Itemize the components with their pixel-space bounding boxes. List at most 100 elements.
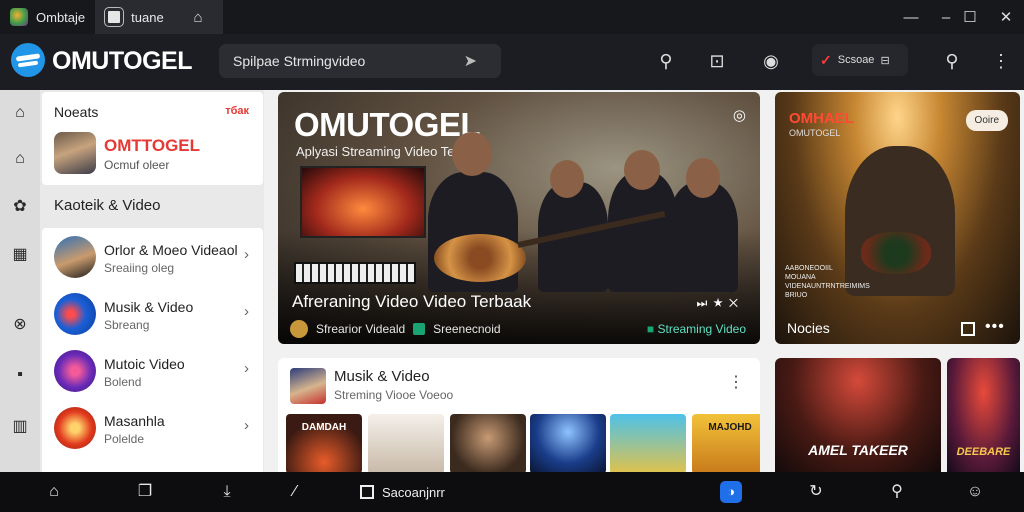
home-icon[interactable]: ⌂ — [11, 104, 29, 122]
book-icon[interactable]: ▥ — [11, 418, 29, 436]
search-input[interactable]: Spilpae Strmingvideo ➤ — [219, 44, 501, 78]
guitar-image — [434, 234, 526, 282]
list-thumb — [54, 407, 96, 449]
concert-pill[interactable]: Ooire — [965, 110, 1008, 131]
image-icon[interactable]: ▪ — [11, 366, 29, 384]
tools-icon[interactable]: ⊗ — [11, 316, 29, 334]
search-icon[interactable]: ⚲ — [886, 482, 908, 502]
list-item-sub: Sbreang — [104, 318, 150, 332]
refresh-icon[interactable]: ↻ — [805, 482, 827, 502]
checkbox-icon[interactable] — [961, 322, 975, 336]
poster-tile-title: AMEL TAKEER — [808, 442, 908, 458]
eye-icon[interactable]: ◎ — [733, 106, 746, 124]
list-item[interactable]: Masanhla Polelde › — [42, 399, 263, 456]
status-pill-label: Scsoae — [837, 54, 875, 66]
list-item[interactable]: Orlor & Moeo Videaol Sreaiing oleg › — [42, 228, 263, 285]
video-list: Orlor & Moeo Videaol Sreaiing oleg › Mus… — [42, 228, 263, 472]
chat-icon[interactable]: ◑ — [720, 481, 742, 503]
list-item[interactable]: Musik & Video Sbreang › — [42, 285, 263, 342]
close-icon[interactable]: ✕ — [990, 0, 1022, 34]
search-value: Spilpae Strmingvideo — [233, 53, 366, 69]
hero-author: Sfrearior Videald — [316, 322, 406, 336]
taskbar: ⌂ ❐ ⤓ ∕ Sacoanjnrr ◑ ↻ ⚲ ☺ — [0, 472, 1024, 512]
cast-icon[interactable]: ⊡ — [704, 48, 730, 74]
news-title: Noeats — [54, 104, 99, 120]
brand-logo-icon[interactable] — [11, 43, 45, 77]
concert-fine-print: AABONEOOIIL MOUANA VIDENAUNTRNTREIMIMS B… — [785, 265, 870, 299]
list-item-title: Mutoic Video — [104, 356, 185, 372]
windows-icon[interactable]: ❐ — [134, 482, 156, 502]
poster-thumb[interactable] — [450, 414, 526, 472]
app-icon — [10, 8, 28, 26]
poster-thumb[interactable] — [610, 414, 686, 472]
home-alt-icon[interactable]: ⌂ — [11, 150, 29, 168]
tab-label: Ombtaje — [36, 9, 86, 25]
concert-title: OMHAEL — [789, 110, 854, 127]
send-icon[interactable]: ➤ — [464, 51, 477, 71]
poster-thumb[interactable]: MAJOHD — [692, 414, 760, 472]
list-item-title: Orlor & Moeo Videaol — [104, 242, 238, 258]
brand-name[interactable]: OMUTOGEL — [52, 47, 192, 76]
pen-icon[interactable]: ∕ — [284, 482, 306, 502]
app-window-icon — [360, 485, 374, 499]
concert-label: Nocies — [787, 320, 830, 336]
home-icon[interactable]: ⌂ — [43, 482, 65, 502]
concert-subtitle: OMUTOGEL — [789, 128, 841, 138]
tab-strip: Ombtaje tuane ⌂ — – ☐ ✕ — [0, 0, 1024, 34]
poster-thumb[interactable] — [530, 414, 606, 472]
download-icon[interactable]: ⤓ — [216, 482, 238, 502]
tab-label: tuane — [131, 9, 164, 25]
music-card-title: Musik & Video — [334, 368, 430, 385]
hero-tag[interactable]: Streaming Video — [647, 322, 747, 336]
list-item-sub: Bolend — [104, 375, 142, 389]
news-name: OMTTOGEL — [104, 136, 201, 155]
list-item-sub: Polelde — [104, 432, 145, 446]
main-content: OMUTOGEL Aplyasi Streaming Video Terbaak… — [264, 90, 1024, 472]
news-card[interactable]: Noeats тбак OMTTOGEL Ocmuf oleer — [42, 92, 263, 185]
minimize-icon[interactable]: — — [895, 0, 927, 34]
poster-tile-title: DEEBARE — [956, 446, 1011, 458]
screen-icon: ⊟ — [880, 54, 890, 67]
more-icon[interactable]: ••• — [985, 318, 1005, 336]
puzzle-icon[interactable]: ✿ — [11, 198, 29, 216]
keyboard-image — [294, 262, 416, 284]
more-menu-icon[interactable]: ⋮ — [988, 48, 1014, 74]
poster-tile[interactable]: DEEBARE — [947, 358, 1020, 472]
check-icon: ✓ — [820, 51, 832, 68]
nav-rail: ⌂ ⌂ ✿ ▦ ⊗ ▪ ▥ — [0, 90, 40, 472]
zoom-icon[interactable]: ⚲ — [939, 48, 965, 74]
status-pill[interactable]: ✓ Scsoae ⊟ — [812, 44, 908, 76]
music-card-subtitle: Streming Viooe Voeoo — [334, 388, 454, 402]
more-menu-icon[interactable]: ⋮ — [728, 372, 744, 392]
maximize-icon[interactable]: ☐ — [954, 0, 986, 34]
store-icon[interactable]: ▦ — [11, 246, 29, 264]
music-video-card[interactable]: Musik & Video Streming Viooe Voeoo ⋮ DAM… — [278, 358, 760, 472]
tab-ombtaje[interactable]: Ombtaje — [0, 0, 95, 34]
search-icon[interactable]: ⚲ — [653, 48, 679, 74]
hero-video-card[interactable]: OMUTOGEL Aplyasi Streaming Video Terbaak… — [278, 92, 760, 344]
app-header: OMUTOGEL Spilpae Strmingvideo ➤ ⚲ ⊡ ◉ ✓ … — [0, 34, 1024, 90]
hero-action-icons[interactable]: ⏭★✕ — [696, 296, 744, 311]
poster-thumb[interactable] — [368, 414, 444, 472]
chevron-right-icon: › — [244, 417, 249, 434]
taskbar-app[interactable]: Sacoanjnrr — [360, 482, 445, 502]
poster-thumb[interactable]: DAMDAH — [286, 414, 362, 472]
page-icon — [104, 7, 125, 27]
chevron-right-icon: › — [244, 303, 249, 320]
user-icon[interactable]: ☺ — [964, 482, 986, 502]
guitar-image — [861, 232, 931, 274]
hero-channel: Sreenecnoid — [433, 322, 501, 336]
list-item-title: Masanhla — [104, 413, 165, 429]
list-thumb — [54, 293, 96, 335]
sidebar: Noeats тбак OMTTOGEL Ocmuf oleer Kaoteik… — [40, 90, 264, 472]
list-item[interactable]: Mutoic Video Bolend › — [42, 342, 263, 399]
news-sub: Ocmuf oleer — [104, 158, 170, 172]
section-title: Kaoteik & Video — [54, 197, 161, 214]
chevron-right-icon: › — [244, 360, 249, 377]
gamepad-icon[interactable]: ◉ — [758, 48, 784, 74]
list-item-sub: Sreaiing oleg — [104, 261, 175, 275]
poster-tile[interactable]: AMEL TAKEER — [775, 358, 941, 472]
avatar — [54, 132, 96, 174]
concert-card[interactable]: OMHAEL OMUTOGEL Ooire AABONEOOIIL MOUANA… — [775, 92, 1020, 344]
new-tab-icon[interactable]: ⌂ — [182, 0, 214, 34]
